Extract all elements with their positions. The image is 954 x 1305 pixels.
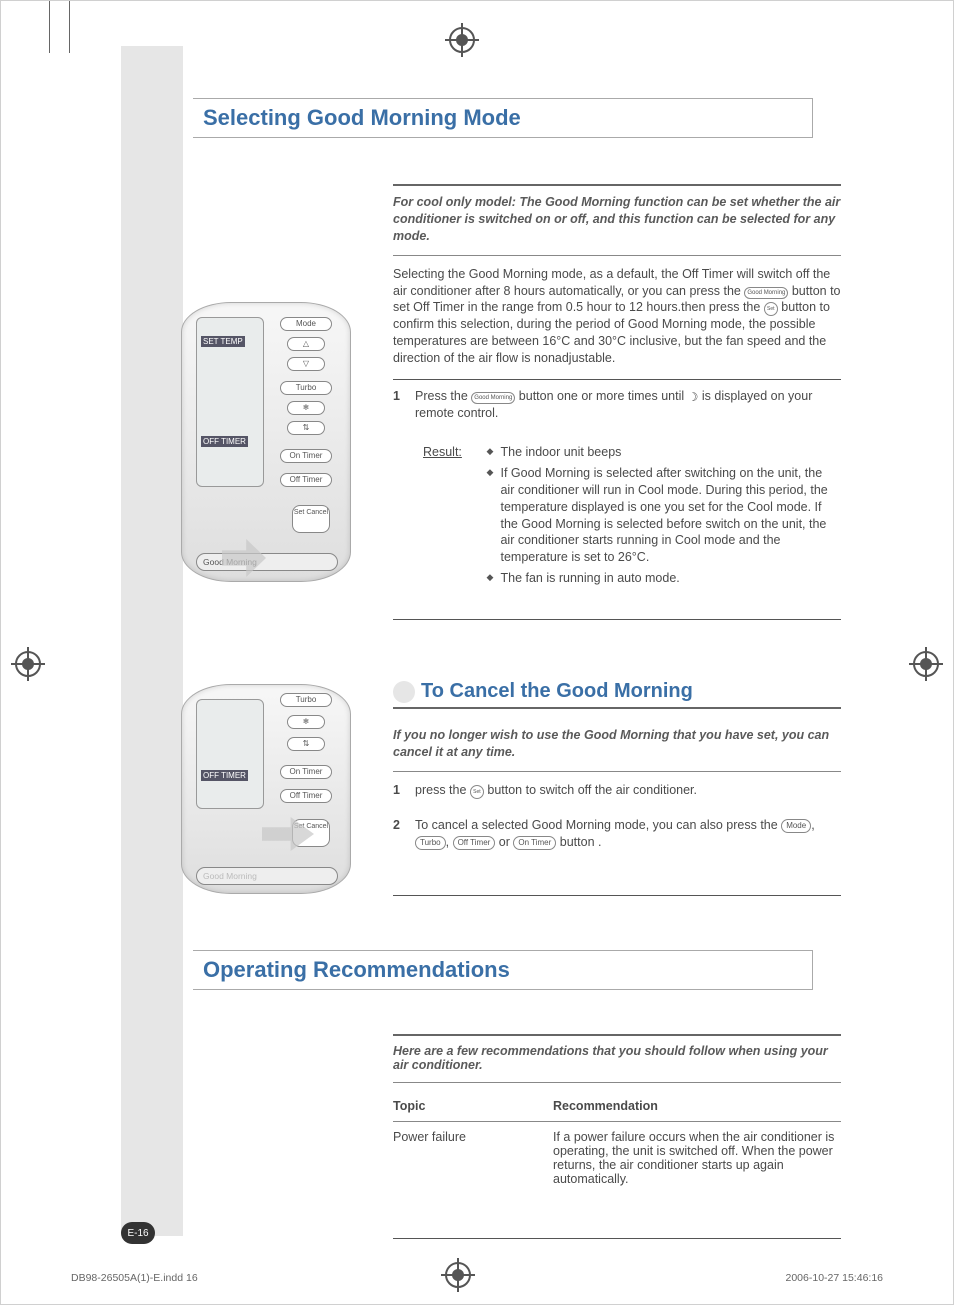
text: button one or more times until (519, 389, 688, 403)
result-bullet: If Good Morning is selected after switch… (486, 465, 836, 566)
step-text: Press the Good Morning button one or mor… (415, 388, 841, 422)
page-number-badge: E-16 (121, 1222, 155, 1244)
good-morning-bar: Good Morning (196, 553, 338, 571)
cancel-step-2: 2 To cancel a selected Good Morning mode… (393, 817, 841, 851)
mode-button: Mode (280, 317, 332, 331)
remote-illustration-2: OFF TIMER Turbo ❄ ⇅ On Timer Off Timer S… (181, 684, 351, 894)
crop-mark (49, 1, 50, 53)
margin-rail (121, 46, 183, 1236)
text: or (495, 835, 513, 849)
footer-filename: DB98-26505A(1)-E.indd 16 (71, 1272, 198, 1284)
temp-up-button: △ (287, 337, 325, 351)
cancel-body: If you no longer wish to use the Good Mo… (393, 727, 841, 896)
col-recommendation: Recommendation (553, 1099, 841, 1113)
intro-note: For cool only model: The Good Morning fu… (393, 194, 841, 245)
crop-mark (69, 1, 70, 53)
footer-timestamp: 2006-10-27 15:46:16 (786, 1272, 884, 1284)
set-temp-label: SET TEMP (201, 336, 245, 347)
section1-body: For cool only model: The Good Morning fu… (393, 184, 841, 620)
text: Press the (415, 389, 471, 403)
remote-screen: SET TEMP OFF TIMER (196, 317, 264, 487)
text: press the (415, 783, 470, 797)
table-header: Topic Recommendation (393, 1093, 841, 1119)
text: button . (560, 835, 602, 849)
intro-paragraph: Selecting the Good Morning mode, as a de… (393, 266, 841, 367)
result-label: Result: (423, 444, 483, 461)
text: , (811, 818, 814, 832)
registration-mark-icon (913, 651, 939, 677)
remote-screen: OFF TIMER (196, 699, 264, 809)
set-icon: Set (470, 785, 484, 799)
swing-button: ⇅ (287, 737, 325, 751)
mode-icon: Mode (781, 819, 811, 833)
step-text: To cancel a selected Good Morning mode, … (415, 817, 841, 851)
good-morning-icon: Good Morning (744, 287, 788, 299)
step-number: 1 (393, 388, 415, 422)
arrow-icon (222, 539, 266, 577)
text: To cancel a selected Good Morning mode, … (415, 818, 781, 832)
swing-button: ⇅ (287, 421, 325, 435)
off-timer-label: OFF TIMER (201, 770, 248, 781)
turbo-button: Turbo (280, 381, 332, 395)
section-title-operating: Operating Recommendations (193, 950, 813, 990)
step-number: 1 (393, 782, 415, 799)
on-timer-icon: On Timer (513, 836, 556, 850)
off-timer-button: Off Timer (280, 789, 332, 803)
remote-illustration-1: SET TEMP OFF TIMER Mode △ ▽ Turbo ❄ ⇅ On… (181, 302, 351, 582)
text: button to switch off the air conditioner… (487, 783, 697, 797)
cancel-step-1: 1 press the Set button to switch off the… (393, 782, 841, 799)
result-bullet: The fan is running in auto mode. (486, 570, 836, 587)
registration-mark-icon (15, 651, 41, 677)
section-title-good-morning: Selecting Good Morning Mode (193, 98, 813, 138)
registration-mark-icon (445, 1262, 471, 1288)
off-timer-button: Off Timer (280, 473, 332, 487)
col-topic: Topic (393, 1099, 553, 1113)
set-cancel-button: Set Cancel (292, 505, 330, 533)
step-1: 1 Press the Good Morning button one or m… (393, 388, 841, 422)
moon-icon: ☽ (688, 390, 699, 404)
turbo-icon: Turbo (415, 836, 446, 850)
table-row: Power failureIf a power failure occurs w… (393, 1124, 841, 1198)
step-text: press the Set button to switch off the a… (415, 782, 841, 799)
set-icon: Set (764, 302, 778, 316)
off-timer-icon: Off Timer (453, 836, 496, 850)
rec-intro: Here are a few recommendations that you … (393, 1044, 841, 1072)
sub-header-text: To Cancel the Good Morning (421, 680, 693, 703)
on-timer-button: On Timer (280, 765, 332, 779)
good-morning-icon: Good Morning (471, 392, 515, 404)
result-block: Result: The indoor unit beeps If Good Mor… (423, 444, 841, 591)
page: Selecting Good Morning Mode For cool onl… (0, 0, 954, 1305)
on-timer-button: On Timer (280, 449, 332, 463)
text: , (446, 835, 453, 849)
sub-header-cancel: To Cancel the Good Morning (393, 680, 841, 703)
content-area: Selecting Good Morning Mode For cool onl… (121, 46, 841, 1236)
snow-button: ❄ (287, 401, 325, 415)
off-timer-label: OFF TIMER (201, 436, 248, 447)
recommendations-table: Here are a few recommendations that you … (393, 1034, 841, 1239)
good-morning-bar: Good Morning (196, 867, 338, 885)
turbo-button: Turbo (280, 693, 332, 707)
step-number: 2 (393, 817, 415, 851)
cell-topic: Power failure (393, 1130, 553, 1186)
snow-button: ❄ (287, 715, 325, 729)
cell-recommendation: If a power failure occurs when the air c… (553, 1130, 841, 1186)
cancel-intro: If you no longer wish to use the Good Mo… (393, 727, 841, 761)
temp-down-button: ▽ (287, 357, 325, 371)
result-bullet: The indoor unit beeps (486, 444, 836, 461)
bullet-dot-icon (393, 681, 415, 703)
